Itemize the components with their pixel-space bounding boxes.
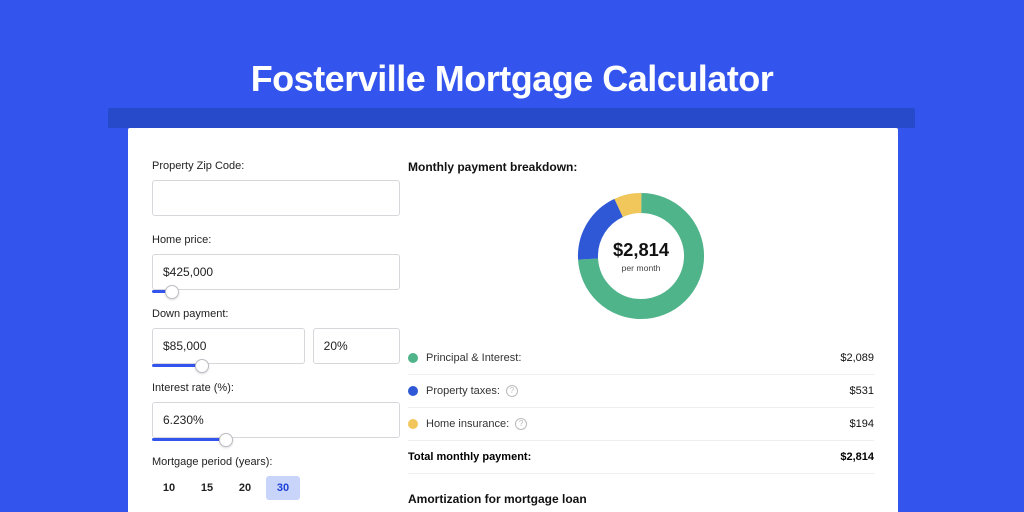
legend-label-insurance: Home insurance: xyxy=(426,418,509,430)
donut-chart-wrap: $2,814 per month xyxy=(408,178,874,342)
legend-row-principal: Principal & Interest: $2,089 xyxy=(408,342,874,375)
period-option-10[interactable]: 10 xyxy=(152,476,186,500)
legend-dot-insurance xyxy=(408,419,418,429)
home-price-slider-thumb[interactable] xyxy=(165,285,179,299)
legend-dot-taxes xyxy=(408,386,418,396)
legend-row-insurance: Home insurance: ? $194 xyxy=(408,408,874,441)
mortgage-period-options: 10 15 20 30 xyxy=(152,476,400,500)
help-icon[interactable]: ? xyxy=(515,418,527,430)
home-price-label: Home price: xyxy=(152,234,400,246)
legend-value-principal: $2,089 xyxy=(840,352,874,364)
down-payment-slider-thumb[interactable] xyxy=(195,359,209,373)
legend-value-insurance: $194 xyxy=(850,418,874,430)
mortgage-period-field: Mortgage period (years): 10 15 20 30 xyxy=(152,456,400,500)
down-payment-label: Down payment: xyxy=(152,308,400,320)
home-price-field: Home price: xyxy=(152,234,400,290)
zip-label: Property Zip Code: xyxy=(152,160,400,172)
breakdown-heading: Monthly payment breakdown: xyxy=(408,160,874,174)
interest-rate-field: Interest rate (%): xyxy=(152,382,400,438)
help-icon[interactable]: ? xyxy=(506,385,518,397)
legend-value-total: $2,814 xyxy=(840,451,874,463)
home-price-input[interactable] xyxy=(152,254,400,290)
period-option-20[interactable]: 20 xyxy=(228,476,262,500)
card-accent xyxy=(108,108,915,128)
zip-field: Property Zip Code: xyxy=(152,160,400,216)
form-column: Property Zip Code: Home price: Down paym… xyxy=(128,128,408,512)
app-background: Fosterville Mortgage Calculator Property… xyxy=(0,0,1024,512)
mortgage-period-label: Mortgage period (years): xyxy=(152,456,400,468)
calculator-card: Property Zip Code: Home price: Down paym… xyxy=(128,128,898,512)
zip-input[interactable] xyxy=(152,180,400,216)
interest-rate-label: Interest rate (%): xyxy=(152,382,400,394)
legend-label-total: Total monthly payment: xyxy=(408,451,531,463)
donut-center-sub: per month xyxy=(622,263,661,273)
page-title: Fosterville Mortgage Calculator xyxy=(0,0,1024,100)
legend-dot-principal xyxy=(408,353,418,363)
legend-value-taxes: $531 xyxy=(850,385,874,397)
breakdown-column: Monthly payment breakdown: $2,814 per mo… xyxy=(408,128,898,512)
legend-label-principal: Principal & Interest: xyxy=(426,352,521,364)
down-payment-amount-input[interactable] xyxy=(152,328,305,364)
amortization-heading: Amortization for mortgage loan xyxy=(408,492,874,506)
down-payment-pct-input[interactable] xyxy=(313,328,400,364)
interest-rate-input[interactable] xyxy=(152,402,400,438)
donut-chart: $2,814 per month xyxy=(571,186,711,326)
interest-rate-slider-track[interactable] xyxy=(152,438,226,441)
legend-row-total: Total monthly payment: $2,814 xyxy=(408,441,874,474)
interest-rate-slider-thumb[interactable] xyxy=(219,433,233,447)
period-option-30[interactable]: 30 xyxy=(266,476,300,500)
legend-label-taxes: Property taxes: xyxy=(426,385,500,397)
donut-center-value: $2,814 xyxy=(613,239,670,260)
legend-row-taxes: Property taxes: ? $531 xyxy=(408,375,874,408)
down-payment-field: Down payment: xyxy=(152,308,400,364)
period-option-15[interactable]: 15 xyxy=(190,476,224,500)
